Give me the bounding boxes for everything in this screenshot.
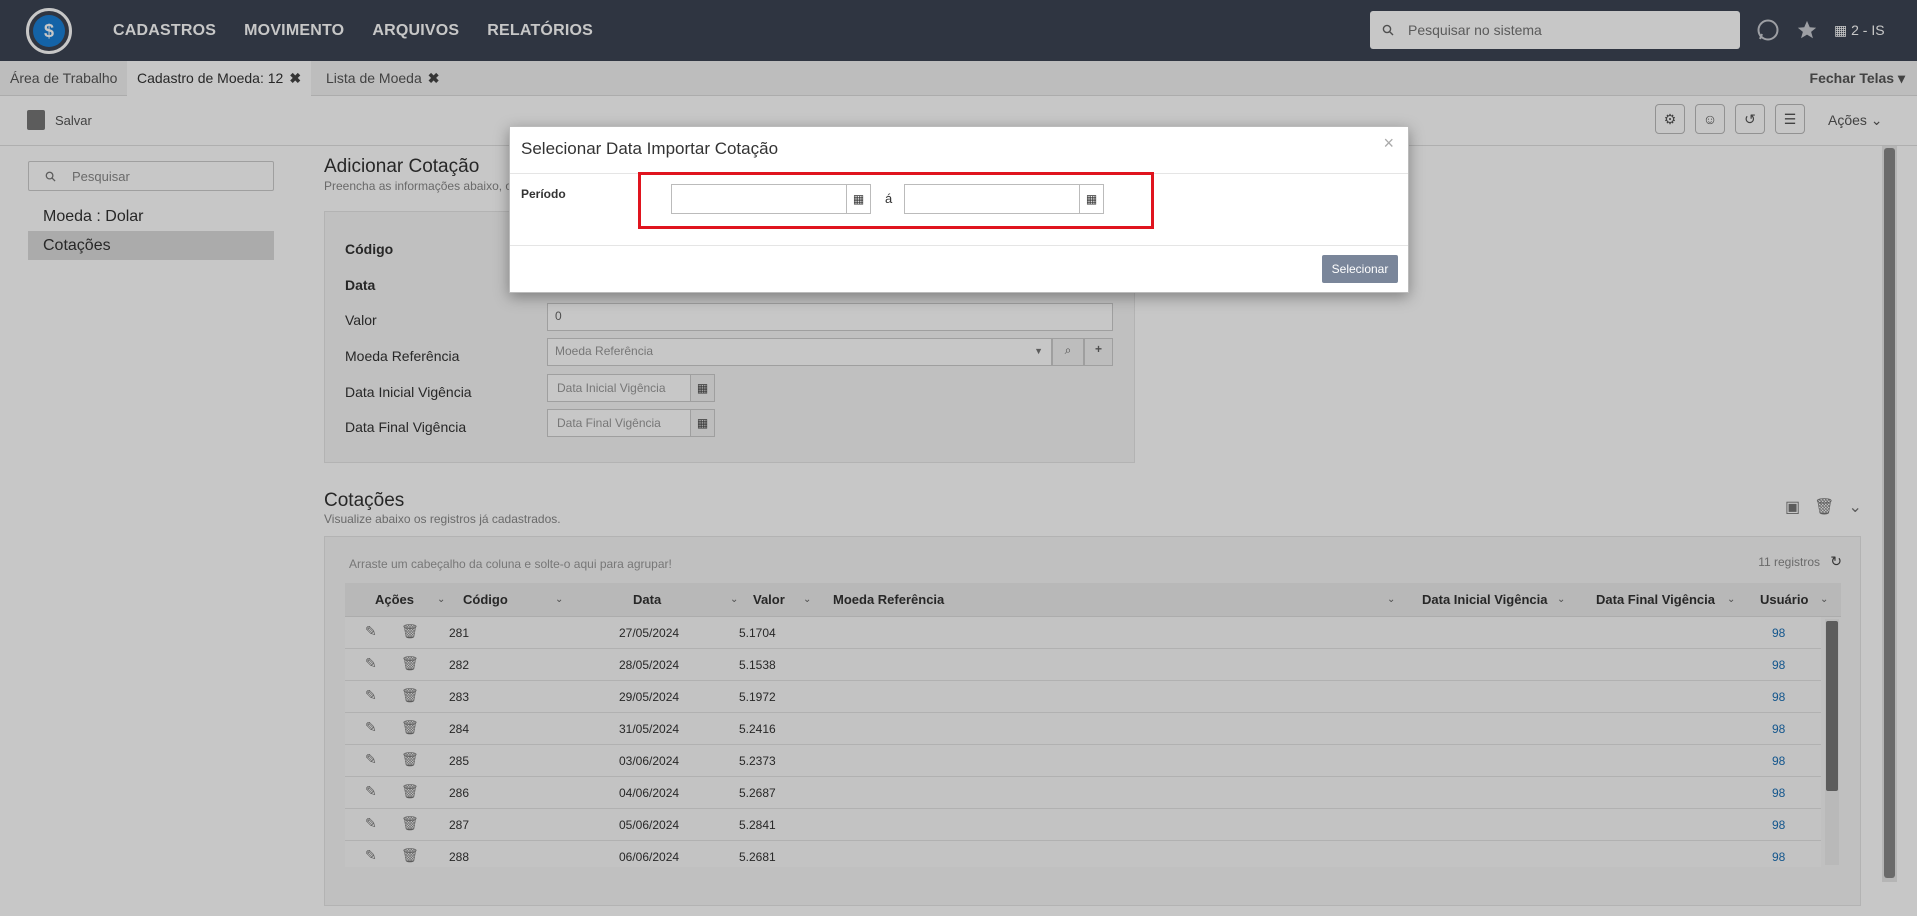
- modal-title: Selecionar Data Importar Cotação: [521, 139, 779, 158]
- select-date-modal: Selecionar Data Importar Cotação × Perío…: [509, 126, 1409, 293]
- selecionar-button[interactable]: Selecionar: [1322, 255, 1398, 283]
- divider: [510, 245, 1408, 246]
- periodo-label: Período: [521, 187, 566, 201]
- highlight-box: [638, 172, 1154, 229]
- close-icon[interactable]: ×: [1383, 133, 1394, 154]
